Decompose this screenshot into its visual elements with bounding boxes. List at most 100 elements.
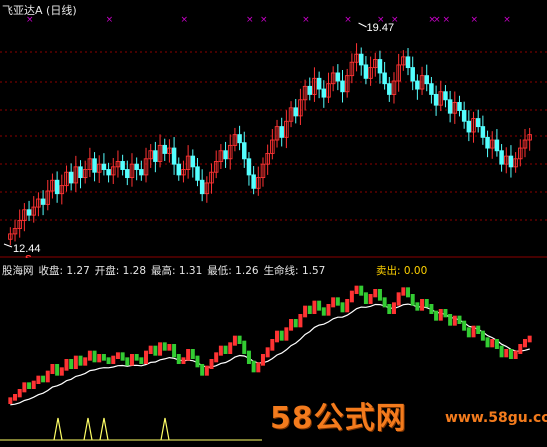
indicator-bar: [59, 367, 64, 376]
indicator-bar: [242, 340, 247, 354]
indicator-bar: [13, 394, 18, 401]
signal-cross: ×: [471, 15, 479, 25]
candle-body: [190, 155, 196, 168]
chart-stage[interactable]: 19.4712.44S××××××××××××××: [0, 0, 547, 447]
candle-body: [199, 179, 205, 195]
indicator-bar: [522, 339, 527, 348]
price-chart[interactable]: 19.4712.44S××××××××××××××: [0, 0, 547, 258]
indicator-bar: [317, 300, 322, 311]
indicator-bar: [8, 397, 13, 404]
indicator-bar: [382, 297, 387, 308]
indicator-bar: [111, 355, 116, 364]
signal-cross: ×: [377, 15, 385, 25]
indicator-bar: [246, 350, 251, 364]
indicator-bar: [218, 345, 223, 356]
indicator-bar: [153, 345, 158, 356]
indicator-bar: [499, 345, 504, 358]
candle-body: [461, 110, 467, 122]
indicator-bar: [148, 345, 153, 354]
indicator-bar: [120, 352, 125, 361]
candle-body: [195, 166, 200, 181]
candle-body: [429, 83, 434, 95]
high-value: 最高: 1.31: [151, 265, 203, 277]
candle-body: [237, 134, 242, 144]
candle-body: [335, 72, 341, 82]
high-pointer: [358, 22, 367, 28]
indicator-bar: [424, 299, 429, 308]
candle-body: [293, 107, 298, 117]
indicator-bar: [78, 355, 83, 366]
indicator-bar: [190, 349, 195, 359]
indicator-bar: [401, 287, 406, 296]
indicator-bar: [209, 359, 214, 369]
signal-cross: ×: [180, 15, 188, 25]
indicator-bar: [359, 285, 364, 296]
indicator-bar: [275, 330, 280, 343]
indicator-bar: [50, 364, 55, 374]
candle-body: [382, 72, 387, 85]
candle-body: [176, 163, 182, 176]
candle-body: [358, 53, 364, 66]
indicator-bar: [387, 304, 392, 314]
indicator-bar: [307, 305, 312, 314]
indicator-bar: [410, 294, 415, 306]
low-value: 最低: 1.26: [207, 265, 259, 277]
candle-body: [68, 171, 74, 184]
indicator-bar: [335, 297, 340, 306]
indicator-bar: [228, 342, 233, 354]
indicator-bar: [406, 287, 411, 298]
indicator-bar: [434, 310, 439, 321]
indicator-bar: [303, 305, 308, 318]
indicator-bar: [41, 375, 46, 383]
indicator-bar: [176, 354, 181, 364]
candle-body: [134, 163, 139, 170]
indicator-bar: [181, 357, 186, 364]
candle-body: [447, 99, 453, 114]
candle-body: [279, 126, 284, 138]
indicator-bar: [27, 382, 32, 389]
indicator-bar: [420, 299, 425, 311]
indicator-bar: [429, 304, 434, 314]
candle-body: [26, 209, 32, 216]
indicator-bar: [284, 327, 289, 341]
indicator-bar: [200, 364, 205, 376]
indicator-bar: [251, 360, 256, 373]
candle-body: [443, 91, 448, 101]
candle-body: [223, 150, 228, 160]
candle-body: [153, 150, 158, 162]
candle-body: [485, 136, 490, 149]
indicator-bar: [331, 297, 336, 308]
watermark-url: www.58gu.com: [445, 410, 547, 426]
signal-cross: ×: [246, 15, 254, 25]
indicator-bar: [265, 347, 270, 358]
signal-pulse: [53, 417, 63, 441]
indicator-bar: [83, 357, 88, 366]
indicator-bar: [36, 375, 41, 384]
candle-body: [92, 158, 97, 173]
candle-body: [457, 102, 462, 111]
indicator-bar: [69, 359, 74, 369]
indicator-bar: [527, 335, 532, 343]
open-value: 开盘: 1.28: [94, 265, 147, 277]
candle-body: [499, 150, 504, 165]
indicator-bar: [345, 299, 350, 313]
indicator-bar: [373, 289, 378, 298]
indicator-bar: [204, 365, 209, 376]
indicator-bar: [490, 339, 495, 348]
lifeline-value: 生命线: 1.57: [263, 265, 326, 277]
candle-body: [424, 75, 429, 85]
indicator-bar: [415, 302, 420, 311]
indicator-bar: [195, 355, 200, 368]
indicator-bar: [494, 339, 499, 349]
indicator-bar: [279, 330, 284, 341]
indicator-bar: [363, 292, 368, 304]
candle-body: [125, 169, 130, 179]
indicator-bar: [256, 362, 261, 373]
indicator-bar: [480, 330, 485, 341]
indicator-bar: [438, 309, 443, 321]
signal-cross: ×: [503, 15, 511, 25]
candle-body: [387, 83, 392, 95]
indicator-bar: [452, 315, 457, 326]
candle-body: [78, 166, 83, 179]
candle-body: [120, 161, 125, 170]
